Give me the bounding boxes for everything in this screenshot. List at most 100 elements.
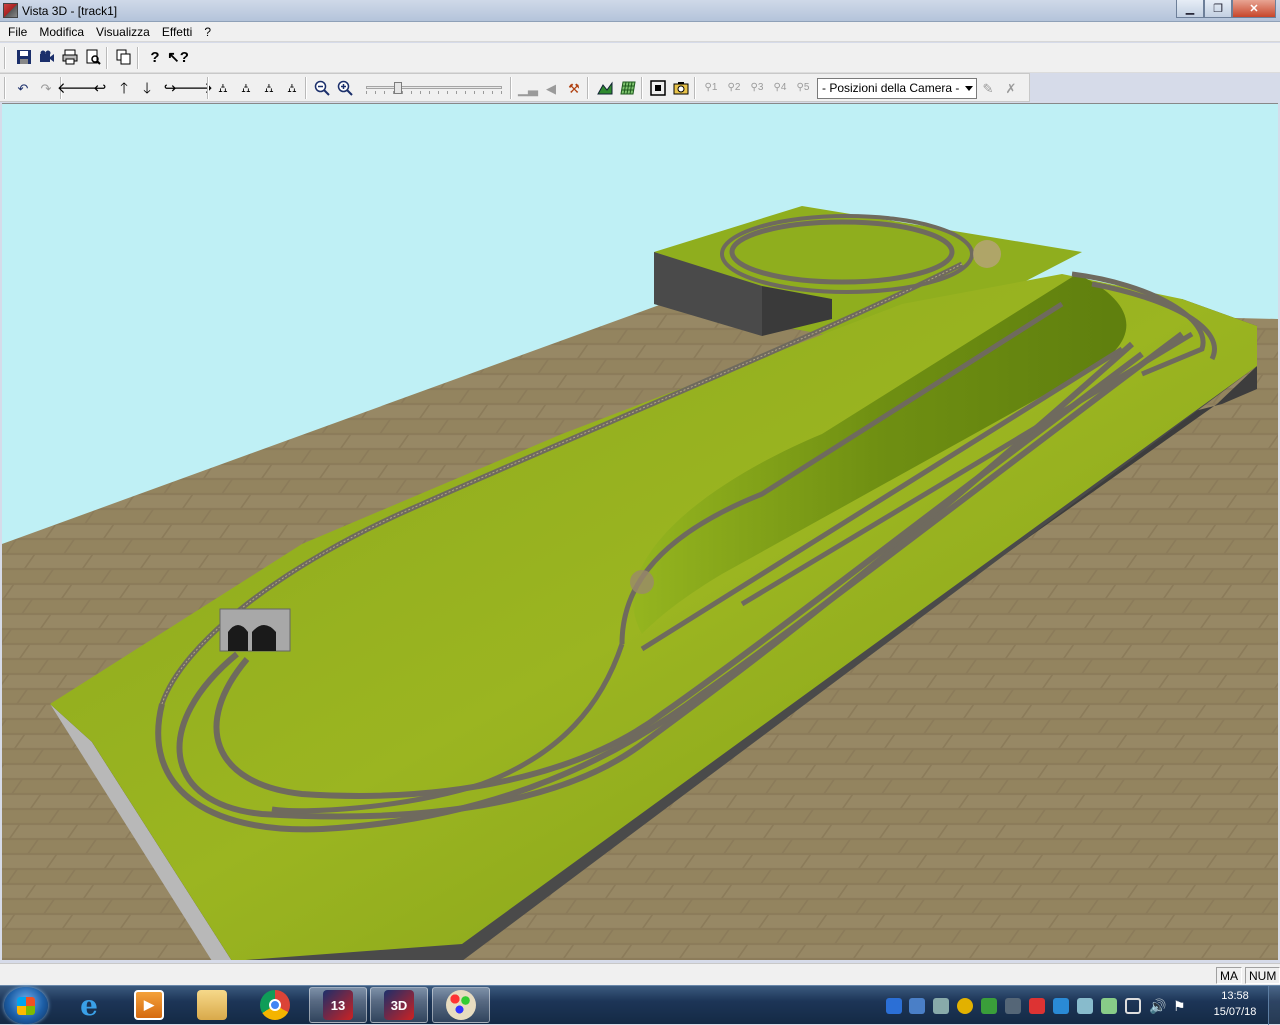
vista-3d-icon: 3D	[384, 990, 414, 1020]
track-edit-icon[interactable]: ⚒	[564, 78, 584, 98]
camera-3-icon[interactable]: ⚲3	[747, 78, 767, 98]
move-right-icon[interactable]: 🡒	[173, 78, 213, 98]
minimize-button[interactable]: ▁	[1176, 0, 1204, 18]
zoom-slider-thumb[interactable]	[394, 82, 402, 94]
camera-tilt-down-icon[interactable]: ⛼	[282, 78, 302, 98]
app-icon[interactable]	[3, 3, 18, 18]
redo-icon[interactable]: ↷	[36, 78, 56, 98]
fit-view-icon[interactable]	[648, 78, 668, 98]
network-share-icon[interactable]	[909, 998, 925, 1014]
camera-raise-icon[interactable]: ⛼	[236, 78, 256, 98]
move-up-icon[interactable]: 🡑	[114, 78, 134, 98]
bluetooth-icon[interactable]	[1077, 998, 1093, 1014]
toolbar-separator	[137, 47, 139, 69]
camera-5-icon[interactable]: ⚲5	[793, 78, 813, 98]
context-help-icon[interactable]: ↖?	[167, 47, 189, 67]
rotate-left-icon[interactable]: ↩	[90, 78, 110, 98]
move-down-icon[interactable]: 🡓	[137, 78, 157, 98]
action-center-flag-icon[interactable]: ⚑	[1173, 998, 1189, 1014]
battery-icon[interactable]	[1101, 998, 1117, 1014]
menu-modifica[interactable]: Modifica	[33, 22, 90, 42]
layout-3d-render	[2, 206, 1278, 960]
camera-tilt-up-icon[interactable]: ⛼	[213, 78, 233, 98]
status-bar: MA NUM	[0, 963, 1280, 985]
menu-help[interactable]: ?	[198, 22, 217, 42]
save-icon[interactable]	[14, 47, 34, 67]
light-icon[interactable]: ◀	[541, 78, 561, 98]
taskbar-file-explorer[interactable]	[183, 987, 241, 1023]
num-indicator: NUM	[1245, 967, 1280, 984]
copy-icon[interactable]	[114, 47, 134, 67]
toolbar-separator	[305, 77, 307, 99]
menu-effetti[interactable]: Effetti	[156, 22, 198, 42]
media-player-icon: ▶	[134, 990, 164, 1020]
update-icon[interactable]	[981, 998, 997, 1014]
windows-logo-icon	[17, 997, 35, 1015]
start-button[interactable]	[4, 987, 48, 1024]
menu-visualizza[interactable]: Visualizza	[90, 22, 156, 42]
camera-positions-select[interactable]: - Posizioni della Camera -	[817, 78, 977, 99]
toolbar-separator	[694, 77, 696, 99]
zoom-slider-ticks	[366, 91, 502, 94]
move-left-icon[interactable]: 🡐	[57, 78, 97, 98]
close-button[interactable]: ✕	[1232, 0, 1276, 18]
zoom-slider[interactable]	[366, 82, 502, 94]
zoom-in-icon[interactable]	[335, 78, 355, 98]
menu-bar: File Modifica Visualizza Effetti ?	[0, 22, 1280, 42]
camera-lower-icon[interactable]: ⛼	[259, 78, 279, 98]
help-icon[interactable]: ?	[145, 47, 165, 67]
menu-file[interactable]: File	[2, 22, 33, 42]
terrain-icon[interactable]: ▁▃	[518, 78, 538, 98]
volume-icon[interactable]: 🔊	[1149, 998, 1166, 1014]
skype-icon[interactable]	[1053, 998, 1069, 1014]
undo-icon[interactable]: ↶	[13, 78, 33, 98]
taskbar-media-player[interactable]: ▶	[120, 987, 178, 1023]
camera-1-icon[interactable]: ⚲1	[701, 78, 721, 98]
zoom-out-icon[interactable]	[312, 78, 332, 98]
taskbar-vista-3d[interactable]: 3D	[370, 987, 428, 1023]
network-icon[interactable]	[1125, 998, 1141, 1014]
security-icon[interactable]	[957, 998, 973, 1014]
camera-add-icon[interactable]: ✎	[978, 78, 998, 98]
system-tray: 🔊 ⚑	[882, 996, 1202, 1016]
clock[interactable]: 13:58 15/07/18	[1204, 988, 1266, 1020]
taskbar-chrome[interactable]	[246, 987, 304, 1023]
taskbar-track-planner[interactable]: 13	[309, 987, 367, 1023]
track-planner-icon: 13	[323, 990, 353, 1020]
print-preview-icon[interactable]	[83, 47, 103, 67]
camera-4-icon[interactable]: ⚲4	[770, 78, 790, 98]
track-planner-badge: 13	[330, 997, 346, 1013]
camera-delete-icon[interactable]: ✗	[1001, 78, 1021, 98]
show-desktop-button[interactable]	[1268, 986, 1280, 1025]
main-toolbar: ? ↖?	[0, 43, 1280, 73]
taskbar: e ▶ 13 3D 🔊 ⚑ 13:58 15/07/18	[0, 985, 1280, 1025]
sync-icon[interactable]	[933, 998, 949, 1014]
title-bar: Vista 3D - [track1] ▁ ❐ ✕	[0, 0, 1280, 22]
dropbox-icon[interactable]	[886, 998, 902, 1014]
3d-viewport[interactable]	[2, 103, 1278, 960]
grid-icon[interactable]	[618, 78, 638, 98]
taskbar-internet-explorer[interactable]: e	[60, 987, 118, 1023]
toolbar-separator	[4, 47, 6, 69]
tunnel-portal	[219, 608, 291, 652]
camera-2-icon[interactable]: ⚲2	[724, 78, 744, 98]
landscape-icon[interactable]	[595, 78, 615, 98]
toolbar-separator	[510, 77, 512, 99]
window-title: Vista 3D - [track1]	[22, 4, 118, 18]
toolbar-separator	[4, 77, 6, 99]
toolbar-separator	[106, 47, 108, 69]
taskbar-paint[interactable]	[432, 987, 490, 1023]
camera-record-icon[interactable]	[37, 47, 57, 67]
antivirus-icon[interactable]	[1029, 998, 1045, 1014]
toolbar-separator	[641, 77, 643, 99]
restore-button[interactable]: ❐	[1204, 0, 1232, 18]
toolbar-separator	[587, 77, 589, 99]
print-icon[interactable]	[60, 47, 80, 67]
chrome-icon	[260, 990, 290, 1020]
internet-explorer-icon: e	[80, 988, 98, 1022]
vista-3d-badge: 3D	[390, 997, 408, 1013]
toolbar-separator	[207, 77, 209, 99]
device-icon[interactable]	[1005, 998, 1021, 1014]
clock-time: 13:58	[1221, 990, 1249, 1002]
snapshot-camera-icon[interactable]	[671, 78, 691, 98]
